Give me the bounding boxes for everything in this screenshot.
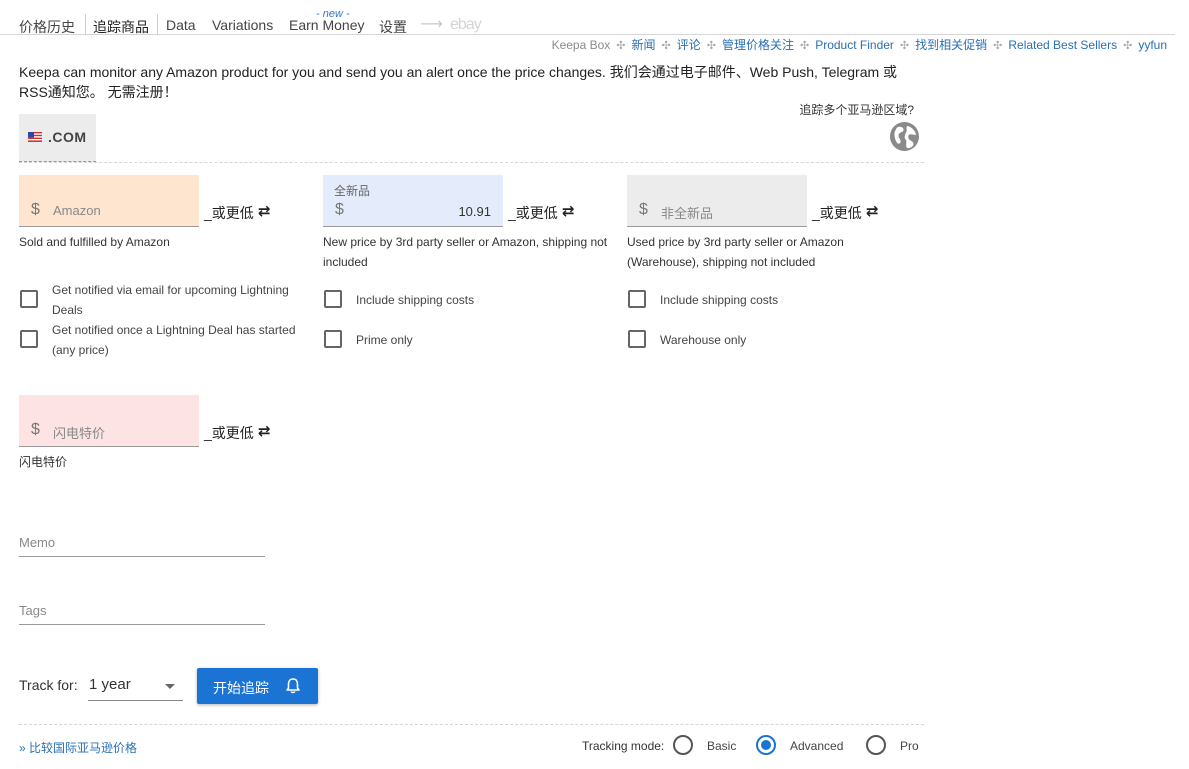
domain-selector[interactable]: .COM [19, 114, 96, 162]
lightning-deal-price-input[interactable]: $ 闪电特价 [19, 395, 199, 447]
amazon-price-placeholder: Amazon [53, 203, 101, 218]
memo-placeholder: Memo [19, 535, 56, 550]
intro-text: Keepa can monitor any Amazon product for… [19, 64, 898, 100]
section-divider [19, 724, 924, 725]
bell-icon [286, 678, 300, 694]
or-lower-label: _或更低 [204, 205, 254, 221]
mode-advanced-radio[interactable] [756, 735, 776, 755]
dollar-sign: $ [31, 421, 40, 438]
dollar-sign: $ [335, 201, 344, 218]
chevron-down-icon [165, 684, 175, 689]
subnav-reviews[interactable]: 评论 [677, 38, 701, 52]
memo-input[interactable]: Memo [19, 531, 265, 557]
lightning-deal-description: 闪电特价 [19, 455, 68, 469]
new-price-label: 全新品 [334, 184, 371, 198]
warehouse-only-label: Warehouse only [660, 333, 747, 347]
amazon-price-description: Sold and fulfilled by Amazon [19, 235, 170, 249]
arrow-right-icon: ⟶ [420, 16, 443, 33]
new-price-value: 10.91 [458, 204, 491, 219]
tab-data[interactable]: Data [166, 17, 196, 33]
new-price-input[interactable]: 全新品 $ 10.91 [323, 175, 503, 227]
mode-pro-label: Pro [900, 739, 919, 753]
mode-basic-radio[interactable] [673, 735, 693, 755]
lightning-upcoming-checkbox[interactable] [20, 290, 38, 308]
us-flag-icon [28, 132, 42, 142]
mode-pro-radio[interactable] [866, 735, 886, 755]
subnav-separator: ✣ [706, 40, 716, 52]
or-lower-label: _或更低 [508, 205, 558, 221]
ebay-logo[interactable]: ebay [450, 16, 482, 34]
subnav-user[interactable]: yyfun [1138, 38, 1167, 52]
prime-only-label: Prime only [356, 333, 413, 347]
swap-icon[interactable]: ⇄ [258, 422, 271, 440]
used-price-description: Used price by 3rd party seller or Amazon… [627, 235, 844, 269]
dollar-sign: $ [639, 201, 648, 218]
used-price-input[interactable]: $ 非全新品 [627, 175, 807, 227]
swap-icon[interactable]: ⇄ [866, 202, 879, 220]
subnav-separator: ✣ [799, 40, 810, 52]
track-duration-select[interactable]: 1 year [88, 670, 183, 701]
used-include-shipping-checkbox[interactable] [628, 290, 646, 308]
subnav-separator: ✣ [993, 40, 1003, 52]
subnav-news[interactable]: 新闻 [632, 38, 656, 52]
tab-settings[interactable]: 设置 [379, 17, 407, 37]
domain-label: .COM [48, 129, 87, 145]
used-include-shipping-label: Include shipping costs [660, 293, 779, 307]
top-nav: 价格历史 追踪商品 Data Variations - new - Earn M… [0, 0, 1175, 35]
prime-only-checkbox[interactable] [324, 330, 342, 348]
tab-variations[interactable]: Variations [212, 17, 273, 33]
warehouse-only-checkbox[interactable] [628, 330, 646, 348]
used-price-placeholder: 非全新品 [661, 206, 714, 221]
mode-advanced-label: Advanced [790, 739, 844, 753]
sub-nav: Keepa Box ✣ 新闻 ✣ 评论 ✣ 管理价格关注 ✣ Product Finder ✣ 找到… [552, 36, 1167, 53]
subnav-find-deals[interactable]: 找到相关促销 [915, 38, 987, 52]
subnav-separator: ✣ [661, 40, 671, 52]
subnav-keepa-box[interactable]: Keepa Box [552, 38, 611, 52]
tab-separator [157, 14, 158, 35]
swap-icon[interactable]: ⇄ [258, 202, 271, 220]
new-price-description: New price by 3rd party seller or Amazon,… [323, 235, 608, 269]
subnav-manage-watches[interactable]: 管理价格关注 [722, 38, 794, 52]
multi-domain-link[interactable]: 追踪多个亚马逊区域? [799, 101, 914, 118]
lightning-started-label: Get notified once a Lightning Deal has s… [52, 323, 296, 357]
dollar-sign: $ [31, 201, 40, 218]
lightning-deal-placeholder: 闪电特价 [53, 426, 106, 441]
tags-input[interactable]: Tags [19, 599, 265, 625]
tab-separator [85, 14, 86, 35]
track-for-label: Track for: [19, 677, 78, 693]
or-lower-label: _或更低 [204, 425, 254, 441]
lightning-upcoming-label: Get notified via email for upcoming Ligh… [52, 283, 289, 317]
subnav-separator: ✣ [1123, 40, 1133, 52]
lightning-started-checkbox[interactable] [20, 330, 38, 348]
compare-international-link[interactable]: » 比较国际亚马逊价格 [19, 739, 137, 756]
tab-earn-money[interactable]: Earn Money [289, 17, 364, 33]
tracking-mode-label: Tracking mode: [582, 739, 665, 753]
tab-price-history[interactable]: 价格历史 [19, 17, 75, 37]
new-include-shipping-checkbox[interactable] [324, 290, 342, 308]
section-divider [19, 162, 924, 163]
swap-icon[interactable]: ⇄ [562, 202, 575, 220]
subnav-related-best-sellers[interactable]: Related Best Sellers [1008, 38, 1117, 52]
start-tracking-label: 开始追踪 [213, 680, 269, 696]
mode-basic-label: Basic [707, 739, 737, 753]
globe-icon[interactable] [889, 121, 920, 152]
start-tracking-button[interactable]: 开始追踪 [197, 668, 318, 704]
subnav-product-finder[interactable]: Product Finder [815, 38, 894, 52]
new-include-shipping-label: Include shipping costs [356, 293, 475, 307]
subnav-separator: ✣ [899, 40, 910, 52]
track-duration-value: 1 year [89, 676, 131, 693]
tags-placeholder: Tags [19, 603, 47, 618]
tab-track-product[interactable]: 追踪商品 [93, 17, 149, 37]
subnav-separator: ✣ [616, 40, 626, 52]
amazon-price-input[interactable]: $ Amazon [19, 175, 199, 227]
or-lower-label: _或更低 [812, 205, 862, 221]
